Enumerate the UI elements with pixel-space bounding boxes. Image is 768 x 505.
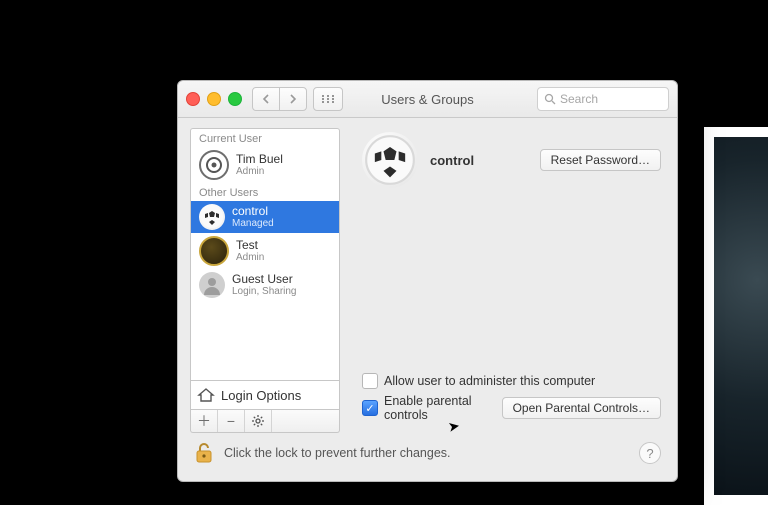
nav-back-forward (252, 87, 307, 111)
gear-icon (251, 414, 265, 428)
enable-parental-checkbox[interactable]: ✓ (362, 400, 378, 416)
forward-button[interactable] (279, 87, 307, 111)
allow-admin-checkbox[interactable] (362, 373, 378, 389)
avatar (199, 150, 229, 180)
users-sidebar: Current User Tim Buel Admin Other Users (190, 128, 340, 433)
login-options-label: Login Options (221, 388, 301, 403)
search-placeholder: Search (560, 92, 598, 106)
user-avatar-large[interactable] (362, 132, 418, 188)
lock-button[interactable] (194, 441, 214, 465)
lock-open-icon (194, 441, 214, 465)
avatar (199, 272, 225, 298)
desktop-picture (714, 137, 768, 495)
user-list-toolbar: ＋ − (190, 410, 340, 433)
users-groups-window: Users & Groups Search Current User Tim B… (177, 80, 678, 482)
user-row-control[interactable]: control Managed (191, 201, 339, 233)
user-options: Allow user to administer this computer ✓… (362, 368, 661, 433)
user-row-current[interactable]: Tim Buel Admin (191, 147, 339, 183)
desktop-picture-frame (704, 127, 768, 505)
user-role: Admin (236, 252, 264, 263)
window-footer: Click the lock to prevent further change… (190, 433, 665, 473)
user-detail-pane: control Reset Password… Allow user to ad… (352, 128, 665, 433)
user-list: Current User Tim Buel Admin Other Users (190, 128, 340, 381)
enable-parental-label: Enable parental controls (384, 394, 490, 422)
user-name: control (232, 205, 274, 218)
remove-user-button[interactable]: − (218, 410, 245, 432)
section-other-users: Other Users (191, 183, 339, 201)
user-actions-button[interactable] (245, 410, 272, 432)
user-role: Managed (232, 218, 274, 229)
user-row-test[interactable]: Test Admin (191, 233, 339, 269)
window-body: Current User Tim Buel Admin Other Users (178, 118, 677, 481)
login-options-row[interactable]: Login Options (190, 381, 340, 410)
minimize-window-button[interactable] (207, 92, 221, 106)
user-row-guest[interactable]: Guest User Login, Sharing (191, 269, 339, 301)
help-button[interactable]: ? (639, 442, 661, 464)
avatar (199, 236, 229, 266)
avatar (199, 204, 225, 230)
user-name: Guest User (232, 273, 297, 286)
zoom-window-button[interactable] (228, 92, 242, 106)
user-role: Login, Sharing (232, 286, 297, 297)
search-field[interactable]: Search (537, 87, 669, 111)
back-button[interactable] (252, 87, 280, 111)
show-all-prefs-button[interactable] (313, 87, 343, 111)
lock-hint-text: Click the lock to prevent further change… (224, 446, 451, 460)
open-parental-controls-button[interactable]: Open Parental Controls… (502, 397, 661, 419)
search-icon (544, 93, 556, 105)
user-name: Test (236, 239, 264, 252)
detail-username: control (430, 153, 474, 168)
house-icon (197, 387, 215, 403)
reset-password-button[interactable]: Reset Password… (540, 149, 661, 171)
window-controls (186, 92, 242, 106)
window-titlebar: Users & Groups Search (178, 81, 677, 118)
user-role: Admin (236, 166, 283, 177)
close-window-button[interactable] (186, 92, 200, 106)
section-current-user: Current User (191, 129, 339, 147)
user-name: Tim Buel (236, 153, 283, 166)
allow-admin-label: Allow user to administer this computer (384, 374, 595, 388)
add-user-button[interactable]: ＋ (191, 410, 218, 432)
